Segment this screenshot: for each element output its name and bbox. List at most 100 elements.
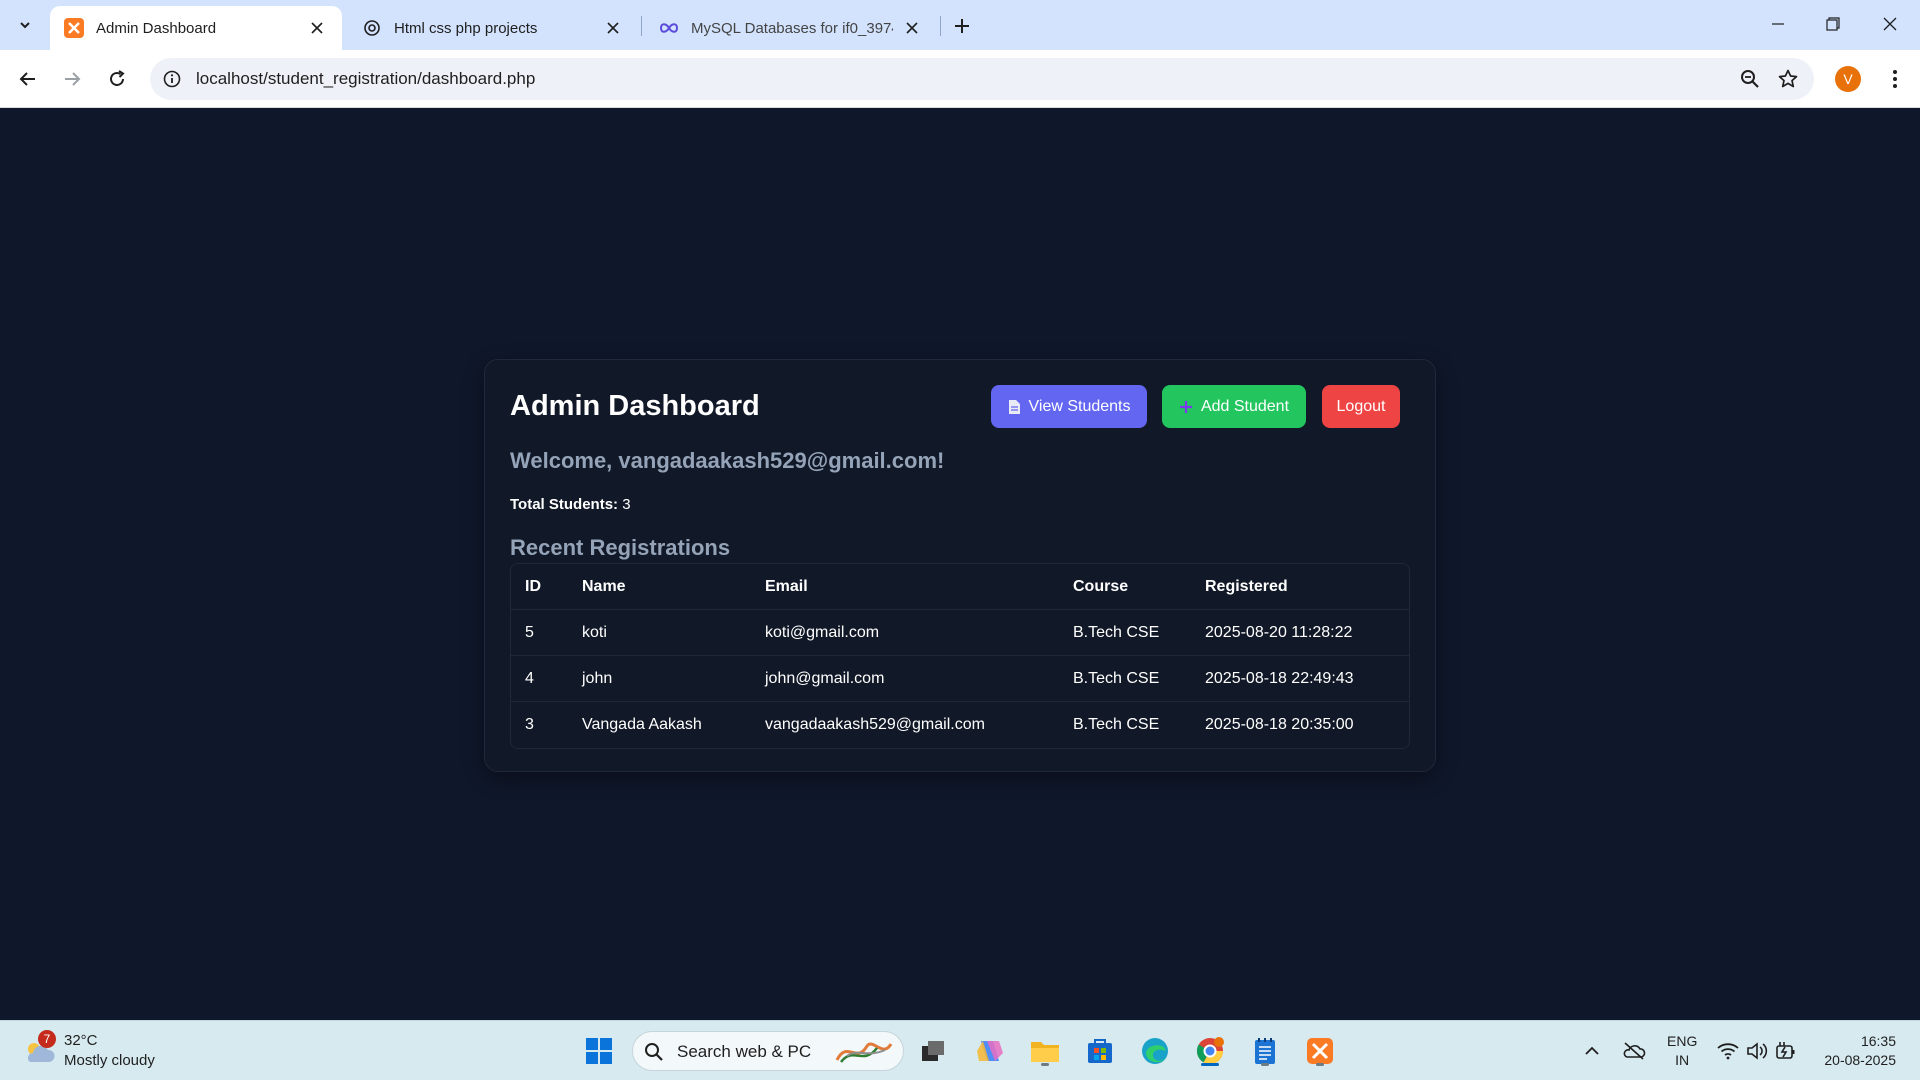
task-view-icon: [922, 1041, 944, 1061]
view-students-button[interactable]: View Students: [991, 385, 1147, 428]
tab-separator: [641, 16, 642, 36]
cell-email: vangadaakash529@gmail.com: [765, 716, 985, 733]
profile-avatar[interactable]: V: [1835, 66, 1861, 92]
total-students-value: 3: [622, 496, 631, 513]
copilot-icon: [977, 1041, 1003, 1061]
restore-button[interactable]: [1813, 8, 1853, 40]
plus-icon: [1179, 400, 1193, 414]
microsoft-store-button[interactable]: [1082, 1033, 1118, 1069]
wifi-button[interactable]: [1716, 1039, 1740, 1063]
windows-taskbar: 7 32°C Mostly cloudy Search web & PC ENG…: [0, 1020, 1920, 1080]
xampp-button[interactable]: [1302, 1033, 1338, 1069]
tab-mysql-databases[interactable]: MySQL Databases for if0_39748: [645, 6, 937, 50]
weather-description[interactable]: Mostly cloudy: [64, 1052, 155, 1069]
new-tab-button[interactable]: [948, 12, 976, 40]
back-button[interactable]: [12, 63, 44, 95]
region-code: IN: [1675, 1052, 1690, 1068]
folder-icon: [1031, 1042, 1059, 1062]
cell-course: B.Tech CSE: [1073, 716, 1160, 733]
wifi-icon: [1717, 1043, 1739, 1060]
task-view-button[interactable]: [915, 1033, 951, 1069]
dashboard-card: Admin Dashboard View Students Add Studen…: [484, 359, 1436, 772]
chrome-icon: [1196, 1037, 1224, 1065]
cell-id: 5: [525, 624, 534, 641]
cell-registered: 2025-08-18 22:49:43: [1205, 670, 1354, 687]
bookmark-star-icon[interactable]: [1776, 67, 1800, 91]
volume-button[interactable]: [1745, 1039, 1769, 1063]
tab-html-css-php[interactable]: Html css php projects: [348, 6, 638, 50]
notepad-button[interactable]: [1247, 1033, 1283, 1069]
add-student-button[interactable]: Add Student: [1162, 385, 1306, 428]
chrome-button[interactable]: [1192, 1033, 1228, 1069]
minimize-button[interactable]: [1758, 8, 1798, 40]
table-row: 5 koti koti@gmail.com B.Tech CSE 2025-08…: [511, 610, 1409, 656]
reload-icon: [110, 70, 125, 86]
language-code: ENG: [1667, 1033, 1698, 1049]
tab-title: Admin Dashboard: [96, 19, 217, 37]
tab-admin-dashboard[interactable]: Admin Dashboard: [50, 6, 342, 50]
taskbar-search-box[interactable]: Search web & PC: [632, 1031, 904, 1071]
clock-date: 20-08-2025: [1824, 1052, 1896, 1068]
chevron-down-icon: [20, 22, 30, 29]
running-indicator: [1041, 1063, 1049, 1066]
xampp-icon: [1307, 1038, 1333, 1064]
close-window-button[interactable]: [1870, 8, 1910, 40]
browser-tab-strip: Admin Dashboard Html css php projects My…: [0, 0, 1920, 50]
more-vertical-icon: [1893, 70, 1897, 88]
language-indicator[interactable]: ENG IN: [1667, 1032, 1697, 1070]
browser-menu-button[interactable]: [1880, 64, 1910, 94]
running-indicator: [1316, 1063, 1324, 1066]
store-icon: [1088, 1039, 1112, 1063]
show-hidden-icons-button[interactable]: [1580, 1039, 1604, 1063]
site-info-icon[interactable]: [160, 67, 184, 91]
table-row: 3 Vangada Aakash vangadaakash529@gmail.c…: [511, 702, 1409, 748]
search-icon: [643, 1041, 665, 1063]
document-icon: [1008, 399, 1021, 415]
url-text[interactable]: localhost/student_registration/dashboard…: [196, 69, 535, 89]
close-tab-icon[interactable]: [901, 17, 923, 39]
start-button[interactable]: [581, 1033, 617, 1069]
total-students: Total Students: 3: [510, 496, 631, 513]
cell-course: B.Tech CSE: [1073, 670, 1160, 687]
zoom-icon[interactable]: [1738, 67, 1762, 91]
tab-search-button[interactable]: [10, 10, 40, 40]
cell-name: john: [582, 670, 613, 687]
view-students-label: View Students: [1028, 397, 1131, 415]
cell-registered: 2025-08-20 11:28:22: [1205, 624, 1353, 641]
speaker-icon: [1747, 1042, 1768, 1060]
total-students-label: Total Students:: [510, 496, 619, 513]
arrow-right-icon: [65, 72, 81, 86]
tab-separator: [940, 16, 941, 36]
tab-title: Html css php projects: [394, 19, 538, 37]
onedrive-status-button[interactable]: [1622, 1039, 1646, 1063]
cell-name: koti: [582, 624, 607, 641]
logout-label: Logout: [1336, 397, 1386, 415]
system-clock[interactable]: 16:35 20-08-2025: [1824, 1032, 1896, 1070]
forward-button[interactable]: [56, 63, 88, 95]
add-student-label: Add Student: [1200, 397, 1290, 415]
windows-logo-icon: [586, 1038, 612, 1064]
copilot-button[interactable]: [972, 1033, 1008, 1069]
logout-button[interactable]: Logout: [1322, 385, 1400, 428]
welcome-message: Welcome, vangadaakash529@gmail.com!: [510, 448, 945, 473]
address-bar[interactable]: localhost/student_registration/dashboard…: [150, 58, 1814, 100]
xampp-icon: [64, 18, 84, 38]
edge-browser-button[interactable]: [1137, 1033, 1173, 1069]
battery-button[interactable]: [1774, 1039, 1798, 1063]
page-title: Admin Dashboard: [510, 390, 760, 422]
weather-temperature[interactable]: 32°C: [64, 1032, 98, 1049]
header-registered: Registered: [1205, 578, 1288, 595]
header-id: ID: [525, 578, 541, 595]
infinityfree-icon: [659, 18, 679, 38]
search-highlight-icon: [833, 1038, 893, 1071]
notepad-icon: [1255, 1038, 1275, 1064]
restore-icon: [1826, 17, 1840, 31]
taskbar-search-placeholder: Search web & PC: [677, 1042, 812, 1061]
cell-registered: 2025-08-18 20:35:00: [1205, 716, 1354, 733]
running-indicator: [1261, 1063, 1269, 1066]
reload-button[interactable]: [101, 63, 133, 95]
close-tab-icon[interactable]: [306, 17, 328, 39]
clock-time: 16:35: [1860, 1033, 1896, 1049]
file-explorer-button[interactable]: [1027, 1033, 1063, 1069]
close-tab-icon[interactable]: [602, 17, 624, 39]
